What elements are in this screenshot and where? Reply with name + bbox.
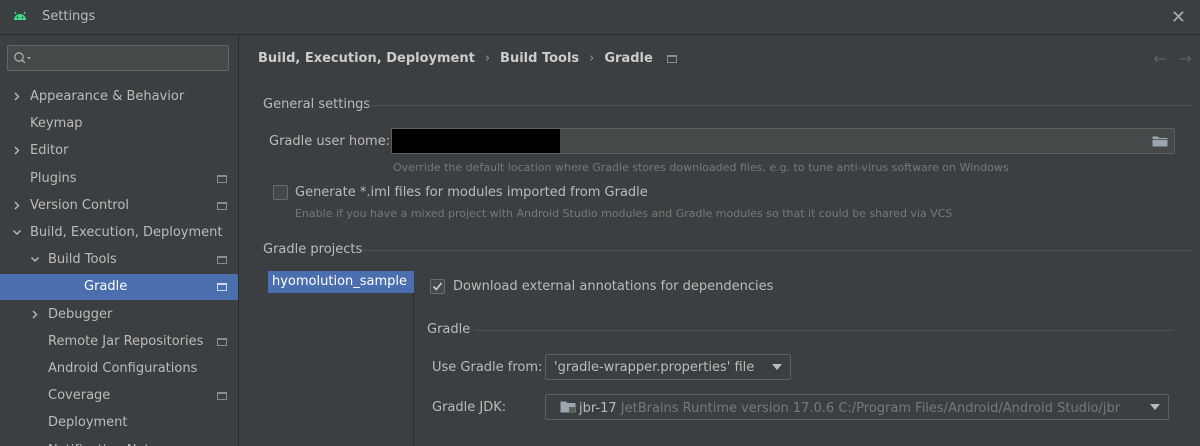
sidebar-item[interactable]: Build, Execution, Deployment <box>0 220 238 246</box>
breadcrumb-item: Build, Execution, Deployment <box>258 51 475 66</box>
general-settings-title: General settings <box>263 97 371 112</box>
sidebar-item-label: Version Control <box>30 197 129 213</box>
sidebar-item-label: Android Configurations <box>48 361 198 376</box>
sidebar-item-label: Notification Nat... <box>48 438 162 446</box>
android-icon <box>14 11 26 20</box>
sidebar-item-label: Appearance & Behavior <box>30 89 185 104</box>
use-gradle-from-label: Use Gradle from: <box>432 360 543 375</box>
gradle-projects-title: Gradle projects <box>263 242 363 257</box>
chevron-right-icon[interactable] <box>12 84 22 110</box>
sidebar-item-label: Debugger <box>48 306 113 322</box>
sidebar-item[interactable]: Gradle <box>0 274 238 301</box>
sidebar-item-label: Editor <box>30 143 69 159</box>
window-title: Settings <box>42 9 96 24</box>
gradle-section-title: Gradle <box>427 322 471 337</box>
sidebar-item-label: Build, Execution, Deployment <box>30 225 223 240</box>
use-gradle-from-value: 'gradle-wrapper.properties' file <box>554 360 755 375</box>
chevron-right-icon[interactable] <box>12 193 22 219</box>
sidebar-item[interactable]: Build Tools <box>0 247 238 273</box>
forward-arrow-icon[interactable]: → <box>1179 49 1192 68</box>
sidebar-item[interactable]: Keymap <box>0 111 238 137</box>
chevron-down-icon[interactable] <box>12 220 22 246</box>
project-level-icon <box>217 337 227 346</box>
sidebar-item-label: Plugins <box>30 170 77 186</box>
sidebar-item[interactable]: Deployment <box>0 410 238 436</box>
download-annotations-label: Download external annotations for depend… <box>453 279 774 294</box>
chevron-right-icon[interactable] <box>12 138 22 164</box>
checkmark-icon <box>432 282 443 291</box>
separator <box>368 105 1192 106</box>
sidebar-item-label: Gradle <box>84 279 128 295</box>
sidebar-item[interactable]: Plugins <box>0 166 238 192</box>
project-level-icon <box>217 201 227 210</box>
gradle-jdk-dropdown[interactable]: jbr-17 JetBrains Runtime version 17.0.6 … <box>545 394 1169 420</box>
title-bar: Settings ✕ <box>0 0 1200 35</box>
chevron-right-icon[interactable] <box>30 302 40 328</box>
sidebar-item-label: Keymap <box>30 116 83 132</box>
chevron-down-icon[interactable] <box>30 247 40 273</box>
sidebar-item[interactable]: Android Configurations <box>0 356 238 382</box>
breadcrumb-item: Gradle <box>604 51 653 66</box>
sidebar-item[interactable]: Editor <box>0 138 238 164</box>
dropdown-arrow-icon <box>772 364 782 370</box>
settings-content: Build, Execution, Deployment › Build Tools… <box>240 35 1200 446</box>
sidebar-item[interactable]: Notification Nat... <box>0 438 238 446</box>
jdk-folder-icon <box>560 401 576 413</box>
project-level-icon <box>217 283 227 292</box>
sidebar-item-label: Deployment <box>48 415 128 431</box>
gradle-user-home-field[interactable] <box>391 128 1175 154</box>
use-gradle-from-dropdown[interactable]: 'gradle-wrapper.properties' file <box>545 354 791 380</box>
project-level-icon <box>666 54 677 63</box>
project-level-icon <box>217 256 227 265</box>
settings-sidebar: Appearance & Behavior Keymap Editor Plugins… <box>0 35 239 446</box>
sidebar-item[interactable]: Remote Jar Repositories <box>0 329 238 355</box>
download-annotations-checkbox[interactable] <box>430 279 445 294</box>
sidebar-item-label: Remote Jar Repositories <box>48 333 204 349</box>
generate-iml-hint: Enable if you have a mixed project with … <box>295 207 953 220</box>
dropdown-arrow-icon <box>1150 404 1160 410</box>
folder-icon[interactable] <box>1152 135 1168 147</box>
gradle-jdk-detail: JetBrains Runtime version 17.0.6 C:/Prog… <box>620 401 1121 416</box>
gradle-user-home-hint: Override the default location where Grad… <box>393 161 1009 174</box>
sidebar-item-label: Build Tools <box>48 252 117 268</box>
project-level-icon <box>217 392 227 401</box>
close-icon[interactable]: ✕ <box>1171 7 1186 28</box>
sidebar-item[interactable]: Coverage <box>0 383 238 409</box>
sidebar-item[interactable]: Version Control <box>0 193 238 219</box>
gradle-user-home-label: Gradle user home: <box>269 134 391 149</box>
breadcrumb-item: Build Tools <box>500 51 580 66</box>
gradle-jdk-name: jbr-17 <box>579 401 617 416</box>
search-icon <box>14 52 31 64</box>
gradle-project-item[interactable]: hyomolution_sample <box>268 271 414 293</box>
gradle-jdk-value: jbr-17 JetBrains Runtime version 17.0.6 … <box>560 400 1120 416</box>
generate-iml-checkbox[interactable] <box>273 185 288 200</box>
breadcrumb: Build, Execution, Deployment › Build Tools… <box>258 51 677 71</box>
breadcrumb-separator: › <box>484 51 491 66</box>
sidebar-item[interactable]: Appearance & Behavior <box>0 84 238 110</box>
search-input[interactable] <box>7 45 229 71</box>
sidebar-item-label: Coverage <box>48 388 111 404</box>
separator <box>474 330 1174 331</box>
project-level-icon <box>217 174 227 183</box>
redacted-value <box>392 129 560 153</box>
gradle-projects-list: hyomolution_sample <box>268 271 414 446</box>
sidebar-item[interactable]: Debugger <box>0 302 238 328</box>
gradle-jdk-label: Gradle JDK: <box>432 400 507 415</box>
generate-iml-label: Generate *.iml files for modules importe… <box>295 185 648 200</box>
separator <box>362 250 1192 251</box>
back-arrow-icon[interactable]: ← <box>1153 49 1166 68</box>
navigation-arrows: ← → <box>1141 49 1192 68</box>
breadcrumb-separator: › <box>589 51 595 66</box>
